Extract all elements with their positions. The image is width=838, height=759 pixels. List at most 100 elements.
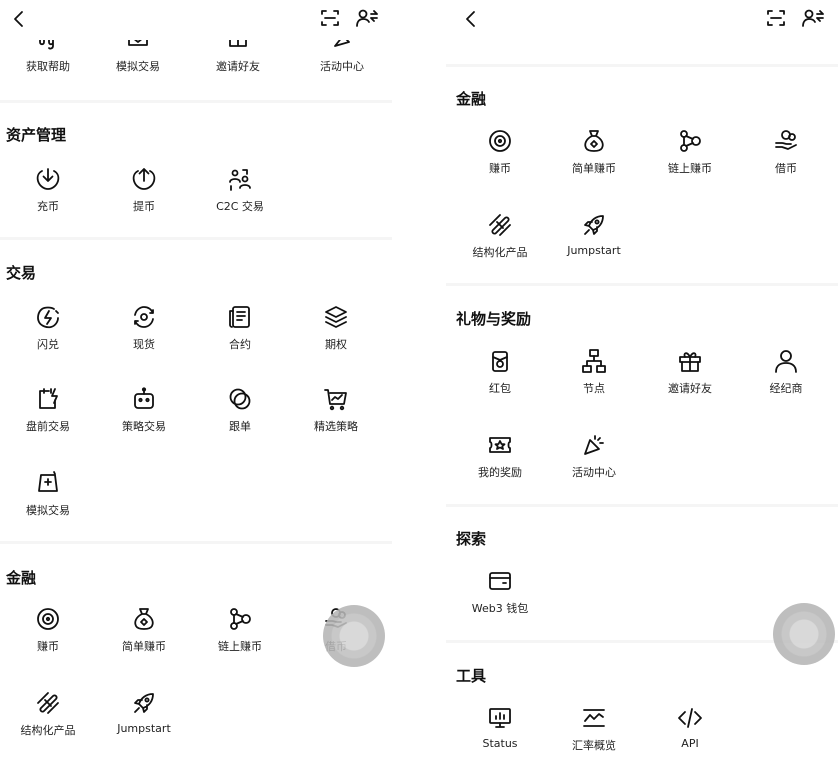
menu-item-label: 结构化产品 xyxy=(20,724,76,737)
spot-icon xyxy=(134,306,154,328)
menu-item-onchain-earn[interactable]: 链上赚币 xyxy=(642,128,738,176)
menu-item-earn[interactable]: 赚币 xyxy=(0,606,96,654)
menu-item-label: 提币 xyxy=(133,200,155,213)
copy-trade-icon xyxy=(229,388,251,410)
section-title-finance: 金融 xyxy=(6,569,37,587)
code-icon xyxy=(678,708,702,728)
panel-gap xyxy=(392,0,446,759)
menu-item-label: 模拟交易 xyxy=(116,60,160,73)
menu-item-label: 策略交易 xyxy=(122,420,166,433)
menu-item-label: 获取帮助 xyxy=(26,60,70,73)
section-divider xyxy=(0,541,392,544)
floating-assistant-button[interactable] xyxy=(323,605,385,667)
scan-icon[interactable] xyxy=(320,8,340,28)
menu-item-label: 邀请好友 xyxy=(668,382,712,395)
layers-icon xyxy=(325,306,347,328)
menu-item-label: 简单赚币 xyxy=(572,162,616,175)
section-title-assets: 资产管理 xyxy=(6,126,67,144)
rate-chart-icon xyxy=(583,709,605,727)
menu-item-loan[interactable]: 借币 xyxy=(738,128,834,176)
deposit-icon xyxy=(36,168,60,190)
menu-item-label: 跟单 xyxy=(229,420,251,433)
nodes-icon xyxy=(680,130,701,152)
scan-icon[interactable] xyxy=(766,8,786,28)
money-bag-icon xyxy=(134,608,154,630)
top-bar xyxy=(0,0,392,40)
premarket-icon xyxy=(39,388,58,409)
menu-item-red-packet[interactable]: 红包 xyxy=(452,348,548,396)
money-bag-icon xyxy=(584,130,604,152)
menu-item-demo-trading-2[interactable]: 模拟交易 xyxy=(0,470,96,518)
menu-item-jumpstart[interactable]: Jumpstart xyxy=(546,212,642,257)
menu-item-onchain-earn[interactable]: 链上赚币 xyxy=(192,606,288,654)
menu-item-label: 红包 xyxy=(489,382,511,395)
node-tree-icon xyxy=(582,349,606,373)
menu-item-jumpstart[interactable]: Jumpstart xyxy=(96,690,192,735)
menu-item-my-rewards[interactable]: 我的奖励 xyxy=(452,432,548,480)
menu-item-label: 精选策略 xyxy=(314,420,358,433)
menu-item-earn[interactable]: 赚币 xyxy=(452,128,548,176)
back-icon[interactable] xyxy=(10,8,28,30)
menu-item-events[interactable]: 活动中心 xyxy=(546,432,642,480)
menu-item-simple-earn[interactable]: 简单赚币 xyxy=(96,606,192,654)
menu-item-convert[interactable]: 闪兑 xyxy=(0,304,96,352)
menu-item-label: 链上赚币 xyxy=(668,162,712,175)
menu-item-label: Jumpstart xyxy=(567,244,621,257)
menu-item-label: 链上赚币 xyxy=(218,640,262,653)
menu-item-label: 模拟交易 xyxy=(26,504,70,517)
contract-icon xyxy=(229,306,250,328)
menu-item-web3-wallet[interactable]: Web3 钱包 xyxy=(452,568,548,616)
menu-item-c2c[interactable]: C2C 交易 xyxy=(192,166,288,214)
c2c-icon xyxy=(229,169,251,191)
menu-item-premarket[interactable]: 盘前交易 xyxy=(0,386,96,434)
menu-item-label: 简单赚币 xyxy=(122,640,166,653)
menu-item-label: 现货 xyxy=(133,338,155,351)
section-title-gifts: 礼物与奖励 xyxy=(456,310,532,328)
menu-item-label: 经纪商 xyxy=(769,382,803,395)
menu-item-label: 赚币 xyxy=(37,640,59,653)
section-divider xyxy=(446,64,838,67)
menu-item-copy-trading[interactable]: 跟单 xyxy=(192,386,288,434)
menu-item-futures[interactable]: 合约 xyxy=(192,304,288,352)
menu-item-spot[interactable]: 现货 xyxy=(96,304,192,352)
menu-item-label: 我的奖励 xyxy=(478,466,522,479)
structured-icon xyxy=(489,214,511,236)
menu-item-status[interactable]: Status xyxy=(452,705,548,750)
withdraw-icon xyxy=(132,168,156,190)
menu-item-deposit[interactable]: 充币 xyxy=(0,166,96,214)
menu-item-options[interactable]: 期权 xyxy=(288,304,384,352)
menu-item-invite[interactable]: 邀请好友 xyxy=(642,348,738,396)
menu-item-label: 结构化产品 xyxy=(472,246,528,259)
menu-item-nodes[interactable]: 节点 xyxy=(546,348,642,396)
menu-item-label: 活动中心 xyxy=(572,466,616,479)
section-divider xyxy=(0,237,392,240)
user-switch-icon[interactable] xyxy=(802,8,824,28)
top-bar xyxy=(446,0,838,40)
menu-item-featured-strategies[interactable]: 精选策略 xyxy=(288,386,384,434)
menu-item-rates[interactable]: 汇率概览 xyxy=(546,705,642,753)
menu-item-label: Web3 钱包 xyxy=(471,602,529,615)
menu-item-api[interactable]: API xyxy=(642,705,738,750)
menu-item-label: C2C 交易 xyxy=(216,200,264,213)
rocket-icon xyxy=(134,693,154,713)
structured-icon xyxy=(37,692,59,714)
menu-item-label: 节点 xyxy=(583,382,605,395)
section-title-finance: 金融 xyxy=(456,90,487,108)
menu-item-withdraw[interactable]: 提币 xyxy=(96,166,192,214)
monitor-chart-icon xyxy=(489,708,511,728)
floating-assistant-button[interactable] xyxy=(773,603,835,665)
section-title-tools: 工具 xyxy=(456,667,487,685)
user-switch-icon[interactable] xyxy=(356,8,378,28)
back-icon[interactable] xyxy=(462,8,480,30)
menu-item-structured[interactable]: 结构化产品 xyxy=(0,690,96,738)
right-screen: 金融 赚币 简单赚币 链上赚币 借币 结构化产品 Jumpstart 礼物与奖励… xyxy=(446,0,838,759)
rocket-icon xyxy=(584,215,604,235)
menu-item-label: API xyxy=(681,737,699,750)
menu-item-broker[interactable]: 经纪商 xyxy=(738,348,834,396)
menu-item-label: Jumpstart xyxy=(117,722,171,735)
menu-item-structured[interactable]: 结构化产品 xyxy=(452,212,548,260)
menu-item-label: 盘前交易 xyxy=(26,420,70,433)
menu-item-simple-earn[interactable]: 简单赚币 xyxy=(546,128,642,176)
menu-item-strategy[interactable]: 策略交易 xyxy=(96,386,192,434)
bot-icon xyxy=(134,387,154,409)
